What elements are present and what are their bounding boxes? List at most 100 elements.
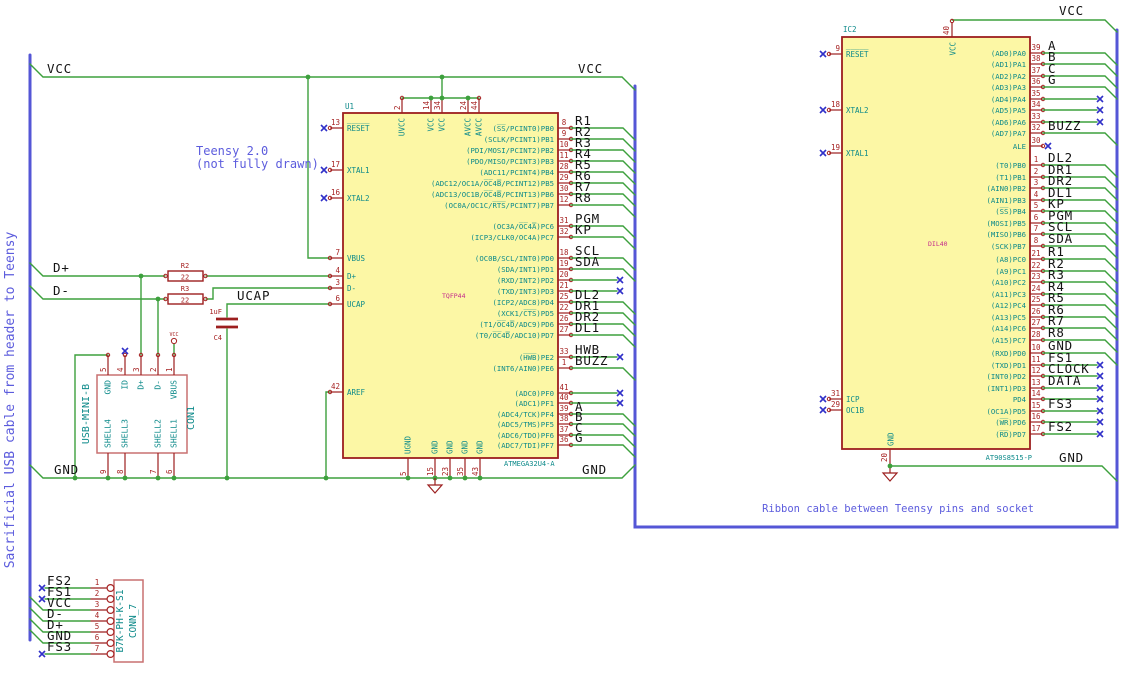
pin-name: VCC [949, 42, 958, 56]
pin-number: 9 [562, 129, 567, 138]
component-conn7[interactable]: 1 2 3 4 5 6 7 B7K-PH-K-S1 CONN_7 [90, 578, 144, 663]
net-label[interactable]: SDA [575, 254, 600, 269]
pin-name: AREF [347, 388, 366, 397]
net-label[interactable]: BUZZ [575, 353, 608, 368]
component-ic2[interactable]: IC2 AT90S8515-P DIL40 40 VCC 20 GND 9 R̅E̅S̅E̅T̅… [826, 18, 1046, 464]
ic2-gnd-wire[interactable] [889, 465, 1118, 482]
pin-number: 42 [331, 382, 340, 391]
pin-circle [106, 638, 115, 647]
wire[interactable] [570, 367, 636, 381]
pin-number: 31 [831, 389, 840, 398]
net-label[interactable]: D- [53, 283, 70, 298]
pin-number: 32 [559, 227, 568, 236]
net-label[interactable]: FS3 [1048, 396, 1073, 411]
no-connect-x-icon [1096, 118, 1104, 126]
pin-number: 5 [399, 471, 408, 476]
no-connect-x-icon [38, 595, 46, 603]
pin-name: (ADC1)PF1 [514, 399, 554, 408]
net-label[interactable]: VCC [1059, 3, 1084, 18]
pin-number: 2 [393, 105, 402, 110]
vcc-symbol-icon[interactable]: VCC [169, 332, 179, 345]
pin-circle [106, 583, 115, 592]
pin-name: GND [446, 440, 455, 454]
pin-number: 8 [1034, 236, 1039, 245]
pin-number: 31 [559, 216, 568, 225]
pin-number: 2 [1034, 167, 1039, 176]
note-ribbon[interactable]: Ribbon cable between Teensy pins and soc… [762, 503, 1034, 515]
net-label[interactable]: FS3 [47, 639, 72, 654]
pin-name: R̅E̅S̅E̅T̅ [347, 124, 370, 133]
net-label[interactable]: BUZZ [1048, 118, 1081, 133]
aref-wire[interactable] [325, 391, 331, 479]
vcc-rail-wire[interactable] [29, 63, 636, 91]
pin-number: 28 [559, 162, 569, 171]
pin-number: 6 [95, 633, 100, 642]
wire[interactable] [570, 444, 636, 458]
net-label[interactable]: G [1048, 72, 1056, 87]
note-usb-cable[interactable]: Sacrificial USB cable from header to Tee… [3, 232, 18, 569]
net-label[interactable]: FS2 [1048, 419, 1073, 434]
pin-number: 12 [559, 195, 568, 204]
net-label[interactable]: DATA [1048, 373, 1081, 388]
net-label[interactable]: GND [582, 462, 607, 477]
pin-name: GND [887, 432, 896, 446]
component-u1[interactable]: U1ATMEGA32U4-ATQFP442UVCC14VCC34VCC24AVC… [327, 95, 574, 478]
wire[interactable] [570, 268, 636, 282]
pin-name: (AIN1)PB3 [986, 196, 1026, 205]
net-label[interactable]: UCAP [237, 288, 270, 303]
pin-name: (A13)PC5 [991, 313, 1026, 322]
net-label[interactable]: DL1 [575, 320, 600, 335]
pin-number: 24 [1031, 284, 1041, 293]
note-teensy[interactable]: Teensy 2.0 [196, 144, 268, 158]
junction-dot [105, 475, 111, 481]
junction-dot [447, 475, 453, 481]
component-r2[interactable]: R2 22 [163, 262, 208, 282]
junction-dot [305, 74, 311, 80]
pin-number: 21 [559, 281, 568, 290]
pin-number: 29 [831, 400, 840, 409]
component-c4[interactable]: 1uF C4 [209, 308, 238, 342]
dplus-wire[interactable] [29, 262, 166, 277]
net-label[interactable]: KP [575, 222, 592, 237]
pin-number: 9 [835, 44, 840, 53]
pin-name: (A15)PC7 [991, 336, 1026, 345]
component-r3[interactable]: R3 22 [163, 285, 208, 305]
component-con1[interactable]: 5 GND 4 ID 3 D+ 2 D- 1 VBUS 9 SHELL4 8 SHELL3 7 SHELL2 6… [81, 352, 197, 478]
pin-name: (S̅S̅/PCINT0)PB0 [492, 124, 554, 133]
dminus-wire[interactable] [29, 285, 166, 300]
pin-name: XTAL1 [846, 149, 869, 158]
pin-number: 1 [1034, 155, 1039, 164]
ic2-vcc-wire[interactable] [951, 19, 1118, 33]
no-connect-x-icon [1096, 407, 1104, 415]
pin-number: 32 [1031, 123, 1040, 132]
pin-number: 30 [1031, 136, 1041, 145]
pin-number: 11 [1031, 355, 1040, 364]
net-label[interactable]: VCC [47, 61, 72, 76]
note-teensy[interactable]: (not fully drawn) [196, 157, 319, 171]
net-label[interactable]: G [575, 430, 583, 445]
pin-number: 2 [149, 367, 158, 372]
net-label[interactable]: GND [54, 462, 79, 477]
pin-number: 39 [1031, 43, 1040, 52]
ucap-wire[interactable] [226, 303, 331, 318]
junction-dot [428, 95, 434, 101]
net-label[interactable]: GND [1059, 450, 1084, 465]
wire[interactable] [1042, 132, 1118, 146]
pin-name: (A11)PC3 [991, 290, 1026, 299]
net-label[interactable]: VCC [578, 61, 603, 76]
schematic-canvas: U1 ATMEGA32U4-A TQFP44 2 UVCC 14 VCC 34 VCC 24 AVC… [0, 0, 1131, 690]
pin-circle [106, 627, 115, 636]
pin-number: 10 [1031, 343, 1041, 352]
net-label[interactable]: R8 [575, 190, 592, 205]
pin-name: (INT6/AIN0)PE6 [492, 364, 554, 373]
no-connect-x-icon [1096, 384, 1104, 392]
junction-dot [405, 475, 411, 481]
pin-number: 7 [95, 644, 100, 653]
pin-number: 25 [559, 292, 568, 301]
wire[interactable] [1042, 86, 1118, 100]
pin-number: 9 [99, 469, 108, 474]
pin-number: 5 [1034, 201, 1039, 210]
pin-number: 17 [331, 160, 340, 169]
pin-number: 16 [331, 188, 341, 197]
net-label[interactable]: D+ [53, 260, 70, 275]
